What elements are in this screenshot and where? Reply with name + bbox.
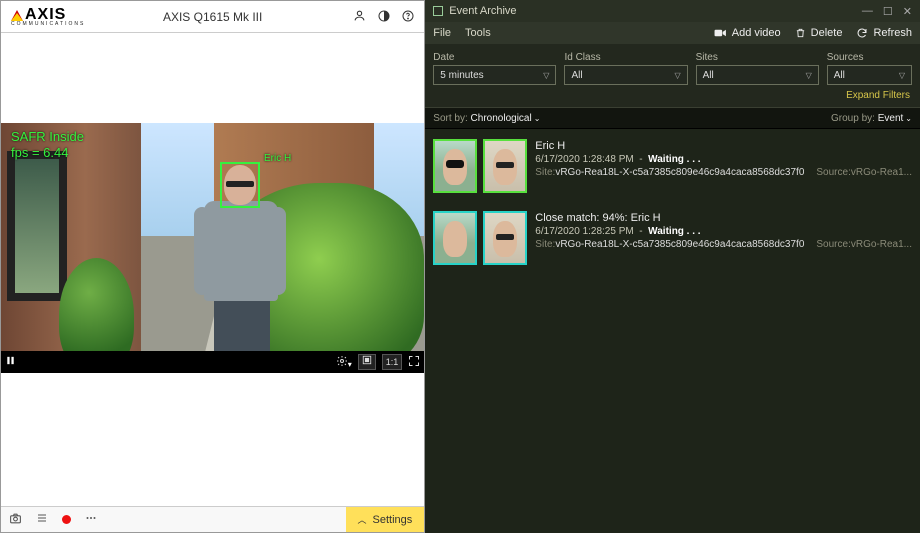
filter-sources-label: Sources xyxy=(827,52,912,63)
event-thumbnail[interactable] xyxy=(483,211,527,265)
sort-by-label: Sort by: xyxy=(433,113,467,124)
event-row[interactable]: Close match: 94%: Eric H 6/17/2020 1:28:… xyxy=(433,211,912,265)
chevron-down-icon: ▽ xyxy=(806,71,812,80)
aspect-ratio-button[interactable]: 1:1 xyxy=(382,354,403,370)
event-source: Source:vRGo-Rea1... xyxy=(816,239,912,250)
event-site: Site:vRGo-Rea18L-X-c5a7385c809e46c9a4cac… xyxy=(535,167,804,178)
event-source: Source:vRGo-Rea1... xyxy=(816,167,912,178)
help-icon[interactable] xyxy=(402,9,414,25)
camera-header: AXIS COMMUNICATIONS AXIS Q1615 Mk III xyxy=(1,1,424,33)
more-icon[interactable] xyxy=(85,512,97,527)
chevron-down-icon: ▽ xyxy=(674,71,680,80)
chevron-up-icon: ︿ xyxy=(358,513,367,526)
camera-panel: AXIS COMMUNICATIONS AXIS Q1615 Mk III xyxy=(0,0,425,533)
axis-logo-icon xyxy=(11,10,23,21)
overlay-name: SAFR Inside xyxy=(11,129,84,145)
event-name: Eric H xyxy=(535,140,912,152)
menu-file[interactable]: File xyxy=(433,27,451,39)
stream-toggle-icon[interactable] xyxy=(358,354,376,370)
fullscreen-icon[interactable] xyxy=(408,355,420,370)
video-controls: ▾ 1:1 xyxy=(1,351,424,373)
group-by-value[interactable]: Event⌄ xyxy=(878,113,912,124)
record-icon[interactable] xyxy=(62,515,71,524)
filter-idclass-select[interactable]: All ▽ xyxy=(564,65,687,85)
face-bounding-box xyxy=(220,162,260,208)
chevron-down-icon: ▽ xyxy=(543,71,549,80)
camera-body: Eric H SAFR Inside fps = 6.44 ▾ xyxy=(1,33,424,506)
sort-by-value[interactable]: Chronological⌄ xyxy=(471,113,541,124)
video-scene: Eric H xyxy=(1,123,424,373)
filter-sites-select[interactable]: All ▽ xyxy=(696,65,819,85)
spacer-bottom xyxy=(1,373,424,506)
axis-logo: AXIS COMMUNICATIONS xyxy=(11,6,85,27)
maximize-button[interactable]: ☐ xyxy=(883,5,893,18)
snapshot-icon[interactable] xyxy=(9,512,22,528)
sort-bar: Sort by: Chronological⌄ Group by: Event⌄ xyxy=(425,107,920,129)
chevron-down-icon: ⌄ xyxy=(534,114,541,123)
overlay-fps: fps = 6.44 xyxy=(11,145,84,161)
event-archive-panel: Event Archive — ☐ ✕ File Tools Add video xyxy=(425,0,920,533)
video-overlay-text: SAFR Inside fps = 6.44 xyxy=(11,129,84,160)
event-meta: Close match: 94%: Eric H 6/17/2020 1:28:… xyxy=(535,211,912,265)
event-thumbnail[interactable] xyxy=(483,139,527,193)
group-by-label: Group by: xyxy=(831,113,875,124)
filter-idclass-label: Id Class xyxy=(564,52,687,63)
delete-button[interactable]: Delete xyxy=(795,27,843,39)
settings-button[interactable]: ︿ Settings xyxy=(346,507,425,532)
filter-sources-value: All xyxy=(834,70,845,81)
spacer-top xyxy=(1,33,424,123)
window-titlebar: Event Archive — ☐ ✕ xyxy=(425,0,920,22)
event-row[interactable]: Eric H 6/17/2020 1:28:48 PM - Waiting . … xyxy=(433,139,912,193)
event-time-status: 6/17/2020 1:28:48 PM - Waiting . . . xyxy=(535,154,912,165)
chevron-down-icon: ▽ xyxy=(899,71,905,80)
expand-filters-link[interactable]: Expand Filters xyxy=(846,90,910,101)
filter-sites-label: Sites xyxy=(696,52,819,63)
event-thumbnail[interactable] xyxy=(433,211,477,265)
video-settings-icon[interactable]: ▾ xyxy=(336,355,352,370)
app-icon xyxy=(433,6,443,16)
window-title: Event Archive xyxy=(449,5,516,17)
filter-bar: Date 5 minutes ▽ Id Class All ▽ Sites All ▽… xyxy=(425,44,920,107)
menubar: File Tools Add video Delete Refresh xyxy=(425,22,920,44)
filter-date-label: Date xyxy=(433,52,556,63)
camera-footer: ︿ Settings xyxy=(1,506,424,532)
filter-sources-select[interactable]: All ▽ xyxy=(827,65,912,85)
list-icon[interactable] xyxy=(36,512,48,527)
pause-button[interactable] xyxy=(5,355,16,369)
camera-model-title: AXIS Q1615 Mk III xyxy=(163,10,262,24)
filter-date-select[interactable]: 5 minutes ▽ xyxy=(433,65,556,85)
video-viewport[interactable]: Eric H SAFR Inside fps = 6.44 ▾ xyxy=(1,123,424,373)
face-label: Eric H xyxy=(264,153,291,164)
refresh-button[interactable]: Refresh xyxy=(856,27,912,39)
detected-person: Eric H xyxy=(186,155,296,373)
axis-logo-subtext: COMMUNICATIONS xyxy=(11,21,85,27)
filter-date-value: 5 minutes xyxy=(440,70,483,81)
contrast-icon[interactable] xyxy=(378,9,390,25)
event-thumbnail[interactable] xyxy=(433,139,477,193)
chevron-down-icon: ⌄ xyxy=(905,114,912,123)
minimize-button[interactable]: — xyxy=(862,5,873,18)
event-meta: Eric H 6/17/2020 1:28:48 PM - Waiting . … xyxy=(535,139,912,193)
filter-sites-value: All xyxy=(703,70,714,81)
add-video-label: Add video xyxy=(732,27,781,39)
event-time-status: 6/17/2020 1:28:25 PM - Waiting . . . xyxy=(535,226,912,237)
events-list: Eric H 6/17/2020 1:28:48 PM - Waiting . … xyxy=(425,129,920,533)
delete-label: Delete xyxy=(811,27,843,39)
refresh-label: Refresh xyxy=(873,27,912,39)
close-button[interactable]: ✕ xyxy=(903,5,912,18)
event-site: Site:vRGo-Rea18L-X-c5a7385c809e46c9a4cac… xyxy=(535,239,804,250)
app-root: AXIS COMMUNICATIONS AXIS Q1615 Mk III xyxy=(0,0,920,533)
menu-tools[interactable]: Tools xyxy=(465,27,491,39)
add-video-button[interactable]: Add video xyxy=(714,27,781,39)
settings-label: Settings xyxy=(373,514,413,526)
user-icon[interactable] xyxy=(353,9,366,25)
event-name: Close match: 94%: Eric H xyxy=(535,212,912,224)
filter-idclass-value: All xyxy=(571,70,582,81)
